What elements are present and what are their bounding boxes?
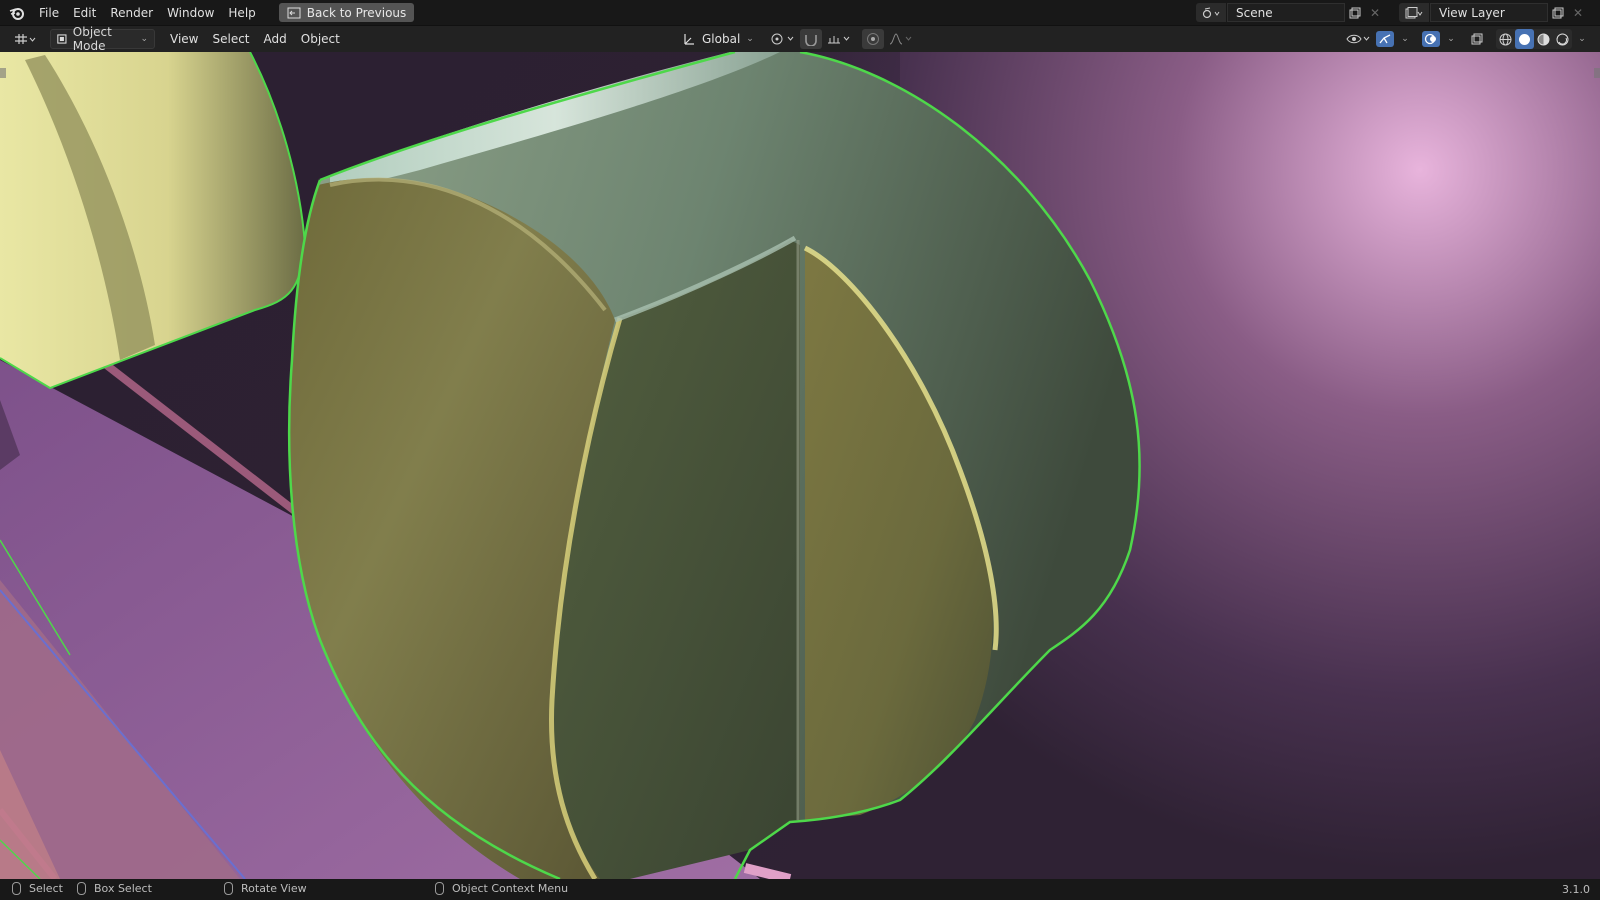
- scene-icon: [1202, 7, 1220, 18]
- chevron-down-icon: ⌄: [746, 34, 754, 44]
- orientation-label: Global: [702, 32, 741, 46]
- visibility-eye-icon[interactable]: [1346, 29, 1372, 49]
- menu-render[interactable]: Render: [103, 3, 160, 23]
- menu-add[interactable]: Add: [257, 29, 294, 49]
- delete-scene-icon[interactable]: ✕: [1365, 3, 1385, 22]
- editor-type-button[interactable]: [10, 29, 40, 49]
- view-layer-name-field[interactable]: View Layer: [1430, 3, 1548, 22]
- proportional-editing-icon[interactable]: [861, 29, 884, 49]
- orientation-axes-icon: [684, 34, 694, 45]
- scene-browse-button[interactable]: [1196, 3, 1226, 22]
- delete-view-layer-icon[interactable]: ✕: [1568, 3, 1588, 22]
- status-select: Select: [12, 882, 63, 895]
- viewport-header: Object Mode ⌄ View Select Add Object Glo…: [0, 25, 1600, 53]
- snap-toggle-icon[interactable]: [799, 29, 822, 49]
- shading-mode-group: [1496, 29, 1572, 49]
- overlays-toggle-icon[interactable]: [1420, 29, 1442, 49]
- gizmo-toggle-icon[interactable]: [1374, 29, 1396, 49]
- new-scene-icon[interactable]: [1345, 3, 1365, 22]
- menu-window[interactable]: Window: [160, 3, 221, 23]
- new-view-layer-icon[interactable]: [1548, 3, 1568, 22]
- menu-edit[interactable]: Edit: [66, 3, 103, 23]
- top-bar: File Edit Render Window Help Back to Pre…: [0, 0, 1600, 26]
- transform-orientation-dropdown[interactable]: Global ⌄: [676, 29, 760, 49]
- xray-toggle-icon[interactable]: [1466, 29, 1488, 49]
- transform-tools: Global ⌄: [676, 29, 914, 49]
- mode-label: Object Mode: [72, 25, 112, 53]
- scene-selector: Scene ✕: [1196, 3, 1385, 22]
- view-layer-icon: [1405, 6, 1423, 18]
- menu-view[interactable]: View: [163, 29, 205, 49]
- blender-logo-icon[interactable]: [8, 4, 26, 22]
- viewport-scene[interactable]: [0, 52, 1600, 879]
- menu-file[interactable]: File: [32, 3, 66, 23]
- solid-shading-icon[interactable]: [1515, 29, 1534, 49]
- pivot-point-icon[interactable]: [770, 29, 796, 49]
- status-rotate-view: Rotate View: [224, 882, 307, 895]
- view-layer-selector: View Layer ✕: [1399, 3, 1588, 22]
- mode-dropdown[interactable]: Object Mode ⌄: [50, 25, 155, 53]
- back-to-previous-button[interactable]: Back to Previous: [278, 3, 415, 22]
- view-layer-browse-button[interactable]: [1399, 3, 1429, 22]
- rendered-shading-icon[interactable]: [1553, 29, 1572, 49]
- middle-mouse-icon: [224, 882, 233, 895]
- menu-help[interactable]: Help: [221, 3, 262, 23]
- status-context-menu-label: Object Context Menu: [452, 882, 569, 895]
- back-to-previous-label: Back to Previous: [306, 5, 407, 20]
- 3d-viewport[interactable]: [0, 52, 1600, 879]
- left-mouse-icon: [12, 882, 21, 895]
- material-preview-shading-icon[interactable]: [1534, 29, 1553, 49]
- drag-mouse-icon: [77, 882, 86, 895]
- scene-name-field[interactable]: Scene: [1227, 3, 1345, 22]
- status-rotate-view-label: Rotate View: [241, 882, 307, 895]
- gizmo-dropdown-icon[interactable]: ⌄: [1398, 29, 1412, 49]
- back-icon: [287, 7, 301, 18]
- object-mode-icon: [57, 34, 67, 44]
- version-label: 3.1.0: [1562, 883, 1590, 896]
- snap-increment-icon[interactable]: [826, 29, 852, 49]
- status-select-label: Select: [29, 882, 63, 895]
- status-context-menu: Object Context Menu: [435, 882, 568, 895]
- menu-select[interactable]: Select: [205, 29, 256, 49]
- status-box-select: Box Select: [77, 882, 152, 895]
- shading-dropdown-icon[interactable]: ⌄: [1574, 29, 1590, 49]
- overlays-dropdown-icon[interactable]: ⌄: [1444, 29, 1458, 49]
- falloff-curve-icon[interactable]: [888, 29, 914, 49]
- right-mouse-icon: [435, 882, 444, 895]
- menu-object[interactable]: Object: [294, 29, 347, 49]
- status-box-select-label: Box Select: [94, 882, 152, 895]
- chevron-down-icon: ⌄: [140, 34, 148, 44]
- status-bar: Select Box Select Rotate View Object Con…: [0, 879, 1600, 900]
- wireframe-shading-icon[interactable]: [1496, 29, 1515, 49]
- editor-type-icon: [15, 34, 36, 44]
- viewport-display-tools: ⌄ ⌄ ⌄: [1346, 29, 1590, 49]
